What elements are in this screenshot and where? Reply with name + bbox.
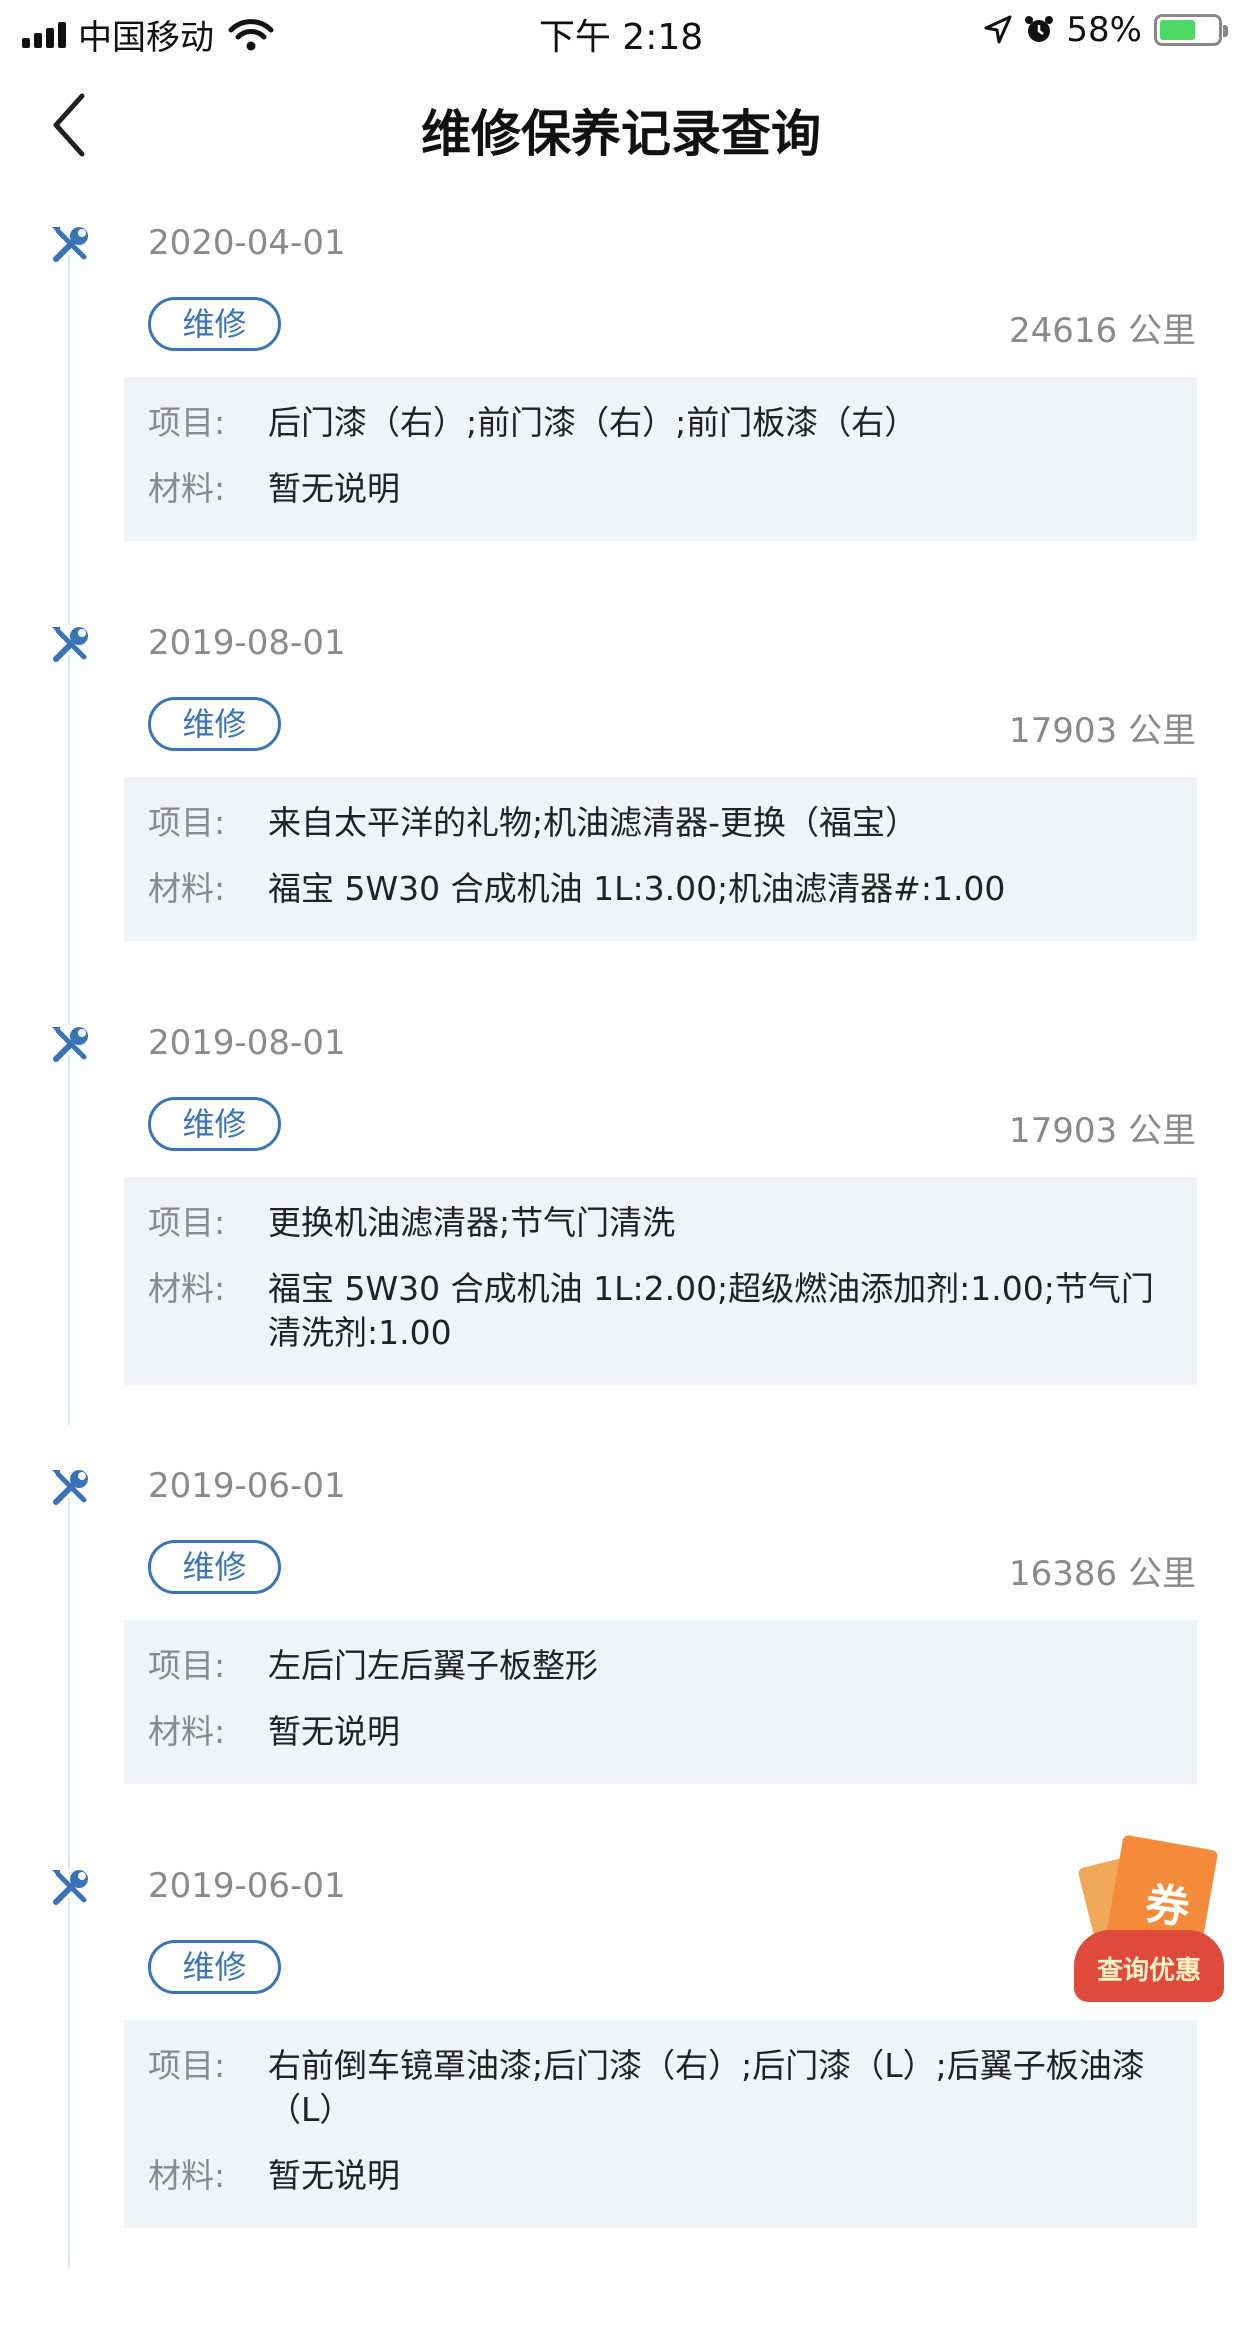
wrench-screwdriver-icon (52, 1870, 88, 1905)
record-type-badge: 维修 (148, 1097, 281, 1151)
timeline-rail (68, 1498, 70, 1868)
coupon-label: 查询优惠 (1096, 1956, 1201, 1986)
battery-percent: 58% (1066, 10, 1142, 50)
record-date: 2019-06-01 (148, 1466, 346, 1506)
location-arrow-icon (984, 15, 1012, 44)
items-row: 项目: 右前倒车镜罩油漆;后门漆（右）;后门漆（L）;后翼子板油漆（L） (148, 2044, 1173, 2132)
items-value: 更换机油滤清器;节气门清洗 (268, 1203, 676, 1242)
record-type-badge: 维修 (148, 697, 281, 751)
nav-bar: 维修保养记录查询 (0, 62, 1242, 192)
record-type-badge: 维修 (148, 297, 281, 351)
wrench-screwdriver-icon (52, 1470, 88, 1505)
items-row: 项目: 更换机油滤清器;节气门清洗 (148, 1201, 1173, 1245)
timeline-rail (68, 1898, 70, 2268)
items-label: 项目: (148, 1646, 226, 1685)
query-discount-button[interactable]: 券 查询优惠 (1074, 1834, 1224, 2002)
items-value: 右前倒车镜罩油漆;后门漆（右）;后门漆（L）;后翼子板油漆（L） (268, 2046, 1145, 2129)
record-date: 2019-06-01 (148, 1866, 346, 1906)
page-title: 维修保养记录查询 (421, 105, 821, 163)
alarm-icon (1025, 16, 1054, 42)
items-label: 项目: (148, 803, 226, 842)
record-detail-card: 项目: 后门漆（右）;前门漆（右）;前门板漆（右） 材料: 暂无说明 (124, 377, 1197, 541)
items-row: 项目: 左后门左后翼子板整形 (148, 1644, 1173, 1688)
record-detail-card: 项目: 左后门左后翼子板整形 材料: 暂无说明 (124, 1620, 1197, 1784)
timeline-rail (68, 1055, 70, 1425)
record-mileage: 24616 公里 (1009, 311, 1196, 351)
materials-row: 材料: 暂无说明 (148, 2154, 1173, 2198)
materials-label: 材料: (148, 869, 226, 908)
maintenance-record-list: 2020-04-01 维修 24616 公里 项目: 后门漆（右）;前门漆（右）… (0, 205, 1242, 2348)
materials-value: 暂无说明 (268, 2156, 400, 2195)
timeline-rail (68, 255, 70, 625)
materials-label: 材料: (148, 1269, 226, 1308)
materials-row: 材料: 福宝 5W30 合成机油 1L:3.00;机油滤清器#:1.00 (148, 867, 1173, 911)
materials-row: 材料: 暂无说明 (148, 467, 1173, 511)
items-label: 项目: (148, 2046, 226, 2085)
record-detail-card: 项目: 更换机油滤清器;节气门清洗 材料: 福宝 5W30 合成机油 1L:2.… (124, 1177, 1197, 1385)
items-label: 项目: (148, 1203, 226, 1242)
record-detail-card: 项目: 右前倒车镜罩油漆;后门漆（右）;后门漆（L）;后翼子板油漆（L） 材料:… (124, 2020, 1197, 2228)
materials-value: 福宝 5W30 合成机油 1L:3.00;机油滤清器#:1.00 (268, 869, 1006, 908)
status-right: 58% (984, 10, 1228, 50)
items-value: 来自太平洋的礼物;机油滤清器-更换（福宝） (268, 803, 919, 842)
battery-icon (1154, 14, 1228, 46)
maintenance-record[interactable]: 2019-08-01 维修 17903 公里 项目: 更换机油滤清器;节气门清洗… (0, 1005, 1242, 1448)
items-row: 项目: 后门漆（右）;前门漆（右）;前门板漆（右） (148, 401, 1173, 445)
maintenance-record[interactable]: 2020-04-01 维修 24616 公里 项目: 后门漆（右）;前门漆（右）… (0, 205, 1242, 625)
items-row: 项目: 来自太平洋的礼物;机油滤清器-更换（福宝） (148, 801, 1173, 845)
materials-label: 材料: (148, 1712, 226, 1751)
record-mileage: 17903 公里 (1009, 711, 1196, 751)
materials-label: 材料: (148, 469, 226, 508)
items-value: 左后门左后翼子板整形 (268, 1646, 598, 1685)
materials-label: 材料: (148, 2156, 226, 2195)
record-date: 2019-08-01 (148, 623, 346, 663)
record-mileage: 16386 公里 (1009, 1554, 1196, 1594)
maintenance-record[interactable]: 2019-06-01 维修 16386 公里 项目: 左后门左后翼子板整形 材料… (0, 1448, 1242, 1868)
materials-value: 福宝 5W30 合成机油 1L:2.00;超级燃油添加剂:1.00;节气门清洗剂… (268, 1269, 1154, 1352)
materials-row: 材料: 福宝 5W30 合成机油 1L:2.00;超级燃油添加剂:1.00;节气… (148, 1267, 1173, 1355)
materials-value: 暂无说明 (268, 469, 400, 508)
wrench-screwdriver-icon (52, 227, 88, 262)
status-bar: 中国移动 下午 2:18 58% (0, 0, 1242, 62)
coupon-ticket-char: 券 (1142, 1878, 1193, 1935)
record-mileage: 17903 公里 (1009, 1111, 1196, 1151)
record-detail-card: 项目: 来自太平洋的礼物;机油滤清器-更换（福宝） 材料: 福宝 5W30 合成… (124, 777, 1197, 941)
wrench-screwdriver-icon (52, 1027, 88, 1062)
wrench-screwdriver-icon (52, 627, 88, 662)
maintenance-record[interactable]: 2019-06-01 维修 163 项目: 右前倒车镜罩油漆;后门漆（右）;后门… (0, 1848, 1242, 2348)
record-type-badge: 维修 (148, 1940, 281, 1994)
maintenance-record[interactable]: 2019-08-01 维修 17903 公里 项目: 来自太平洋的礼物;机油滤清… (0, 605, 1242, 1025)
record-date: 2020-04-01 (148, 223, 346, 263)
items-label: 项目: (148, 403, 226, 442)
record-type-badge: 维修 (148, 1540, 281, 1594)
materials-value: 暂无说明 (268, 1712, 400, 1751)
record-date: 2019-08-01 (148, 1023, 346, 1063)
items-value: 后门漆（右）;前门漆（右）;前门板漆（右） (268, 403, 918, 442)
timeline-rail (68, 655, 70, 1025)
materials-row: 材料: 暂无说明 (148, 1710, 1173, 1754)
